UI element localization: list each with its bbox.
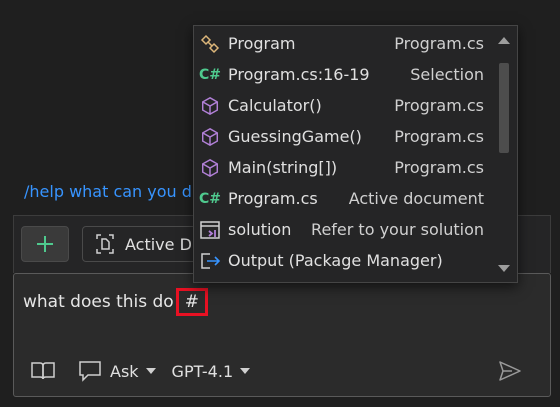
suggestion-detail: Refer to your solution (311, 220, 484, 239)
suggestion-detail: Program.cs (394, 127, 484, 146)
active-document-label: Active D (125, 234, 192, 254)
reference-suggestion-dropdown: Program Program.cs C# Program.cs:16-19 S… (193, 25, 518, 283)
class-icon (199, 33, 221, 55)
suggestion-item[interactable]: Calculator() Program.cs (194, 90, 490, 121)
suggestion-item[interactable]: GuessingGame() Program.cs (194, 121, 490, 152)
suggestion-detail: Program.cs (394, 158, 484, 177)
suggestion-detail: Program.cs (394, 96, 484, 115)
suggestion-item[interactable]: Main(string[]) Program.cs (194, 152, 490, 183)
send-icon[interactable] (498, 360, 522, 382)
book-icon[interactable] (30, 360, 56, 382)
suggestion-detail: Selection (410, 65, 484, 84)
prompt-text: what does this do (23, 292, 174, 312)
method-icon (199, 157, 221, 179)
hash-reference-highlight: # (175, 288, 208, 316)
dropdown-scrollbar[interactable] (492, 26, 516, 282)
method-icon (199, 126, 221, 148)
chevron-down-icon[interactable] (145, 368, 156, 374)
csharp-file-icon: C# (199, 191, 222, 207)
input-toolbar: Ask GPT-4.1 (30, 357, 251, 385)
chat-icon (79, 361, 101, 382)
add-context-button[interactable] (21, 226, 69, 262)
suggestion-name: Program.cs (228, 189, 318, 208)
suggestion-name: Calculator() (228, 96, 322, 115)
model-dropdown-label[interactable]: GPT-4.1 (172, 362, 234, 381)
suggestion-name: Program (228, 34, 296, 53)
suggestion-name: Output (Package Manager) (228, 251, 443, 270)
help-suggestion-link[interactable]: /help what can you d (24, 182, 192, 201)
suggestion-item[interactable]: C# Program.cs Active document (194, 183, 490, 214)
method-icon (199, 95, 221, 117)
suggestion-name: solution (228, 220, 292, 239)
suggestion-name: Main(string[]) (228, 158, 338, 177)
scroll-up-icon[interactable] (497, 35, 511, 45)
chevron-down-icon[interactable] (240, 368, 251, 374)
document-focus-icon (96, 234, 114, 254)
suggestion-item[interactable]: C# Program.cs:16-19 Selection (194, 59, 490, 90)
plus-icon (37, 236, 53, 252)
output-icon (199, 250, 221, 272)
chat-input-text[interactable]: what does this do # (23, 288, 208, 316)
suggestion-item[interactable]: Program Program.cs (194, 28, 490, 59)
scroll-down-icon[interactable] (497, 264, 511, 274)
suggestion-item[interactable]: Output (Package Manager) (194, 245, 490, 276)
suggestion-detail: Active document (348, 189, 484, 208)
suggestion-detail: Program.cs (394, 34, 484, 53)
suggestion-item[interactable]: solution Refer to your solution (194, 214, 490, 245)
suggestion-name: Program.cs:16-19 (228, 65, 370, 84)
solution-icon (199, 219, 221, 241)
mode-dropdown-label[interactable]: Ask (110, 362, 139, 381)
scrollbar-thumb[interactable] (499, 63, 509, 153)
csharp-file-icon: C# (199, 67, 222, 83)
suggestion-name: GuessingGame() (228, 127, 362, 146)
